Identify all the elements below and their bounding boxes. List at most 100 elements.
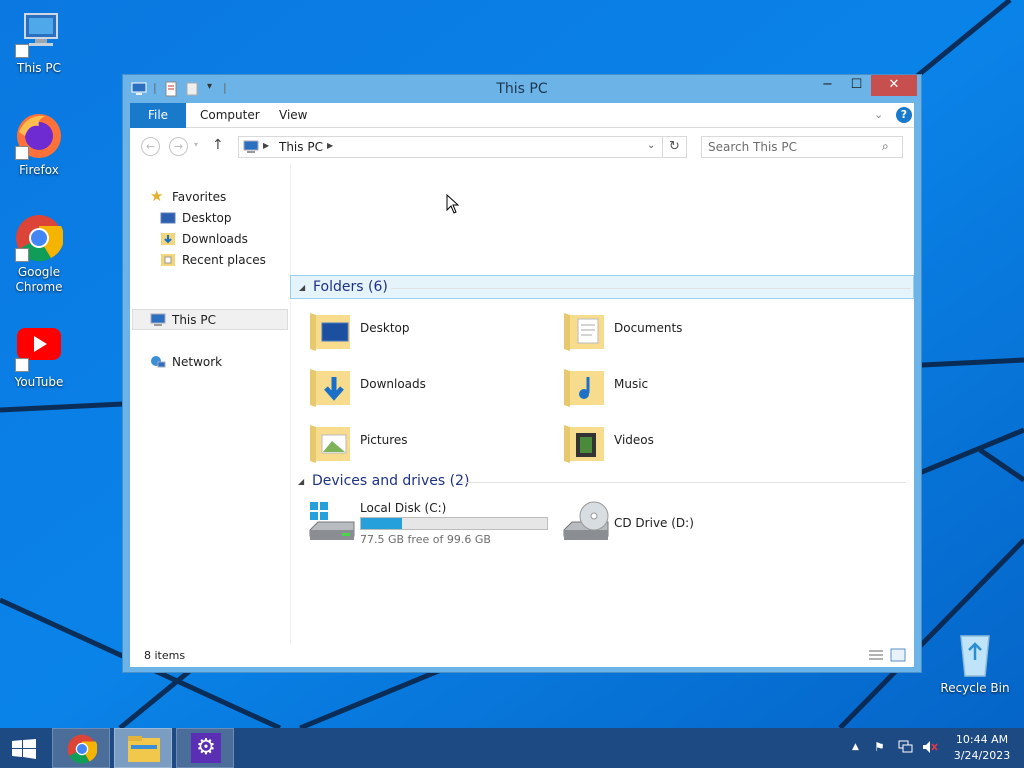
downloads-folder-icon (308, 361, 356, 409)
desktop-icon-recycle-bin[interactable]: Recycle Bin (936, 630, 1014, 696)
desktop-icon-label: Recycle Bin (940, 681, 1010, 695)
recycle-bin-icon (951, 630, 999, 678)
tab-file[interactable]: File (130, 103, 186, 128)
file-explorer-window: | ▾ | This PC − ☐ ✕ File Computer View ⌄… (122, 74, 922, 673)
maximize-button[interactable]: ☐ (842, 75, 871, 96)
desktop-folder-icon (308, 305, 356, 353)
refresh-button[interactable]: ↻ (663, 136, 687, 158)
group-divider (391, 288, 911, 289)
star-icon: ★ (150, 187, 164, 205)
taskbar-settings-button[interactable]: ⚙ (176, 728, 234, 768)
pane-divider (290, 164, 291, 644)
pictures-folder-icon (308, 417, 356, 465)
documents-folder-icon (562, 305, 610, 353)
group-divider (460, 482, 906, 483)
taskbar: ⚙ ▲ ⚑ 10:44 AM 3/24/2023 (0, 728, 1024, 768)
address-bar[interactable]: ▶ This PC ▶ ⌄ (238, 136, 663, 158)
desktop-icon-label: Google Chrome (15, 265, 63, 294)
collapse-triangle-icon: ◢ (299, 283, 306, 292)
search-input[interactable] (708, 139, 878, 155)
tab-computer[interactable]: Computer (186, 103, 274, 128)
network-icon (150, 355, 166, 369)
tab-view[interactable]: View (265, 103, 321, 128)
large-icons-view-icon[interactable] (890, 648, 906, 665)
help-icon[interactable]: ? (896, 107, 912, 123)
folder-music[interactable]: Music (562, 361, 802, 411)
folder-downloads[interactable]: Downloads (308, 361, 548, 411)
status-bar: 8 items (130, 644, 914, 667)
shortcut-arrow-icon (15, 146, 29, 160)
up-button[interactable]: ↑ (212, 137, 224, 153)
start-button[interactable] (0, 728, 48, 768)
close-button[interactable]: ✕ (871, 75, 917, 96)
minimize-button[interactable]: − (813, 75, 842, 96)
desktop-icon-label: This PC (17, 61, 61, 75)
group-header-devices[interactable]: ◢ Devices and drives (2) (290, 470, 914, 494)
desktop-icon-this-pc[interactable]: This PC (0, 10, 78, 76)
action-center-flag-icon[interactable]: ⚑ (874, 740, 885, 754)
drive-local-disk-c[interactable]: Local Disk (C:) 77.5 GB free of 99.6 GB (308, 500, 553, 550)
videos-folder-icon (562, 417, 610, 465)
desktop-icon-google-chrome[interactable]: Google Chrome (0, 214, 78, 295)
firefox-icon (15, 112, 63, 160)
volume-muted-icon[interactable] (922, 740, 938, 757)
chrome-icon (15, 214, 64, 262)
desktop-icon (160, 211, 176, 225)
computer-icon (15, 10, 63, 58)
downloads-icon (160, 232, 176, 246)
window-title: This PC (496, 81, 548, 97)
breadcrumb-chevron-icon[interactable]: ▶ (327, 141, 333, 150)
content-pane: ◢ Folders (6) Desktop Documents Download… (290, 164, 914, 644)
desktop-icon-label: YouTube (14, 375, 64, 389)
taskbar-clock[interactable]: 10:44 AM 3/24/2023 (946, 732, 1018, 764)
breadcrumb-this-pc[interactable]: This PC (279, 140, 323, 154)
desktop-icon-label: Firefox (19, 163, 59, 177)
details-view-icon[interactable] (868, 648, 884, 665)
hard-drive-icon (308, 500, 356, 546)
drive-cd-d[interactable]: CD Drive (D:) (562, 500, 762, 550)
group-header-folders[interactable]: ◢ Folders (6) (290, 275, 914, 299)
file-explorer-icon (128, 736, 160, 762)
window-client-area: File Computer View ⌄ ? ← → ▾ ↑ ▶ This PC… (130, 103, 914, 667)
windows-logo-icon (12, 739, 36, 759)
recent-locations-chevron-icon[interactable]: ▾ (194, 140, 198, 149)
ribbon-expand-chevron-icon[interactable]: ⌄ (874, 108, 883, 121)
address-dropdown-chevron-icon[interactable]: ⌄ (647, 140, 655, 151)
status-item-count: 8 items (144, 649, 186, 662)
youtube-icon (15, 324, 63, 372)
search-box[interactable]: ⌕ (701, 136, 903, 158)
folder-videos[interactable]: Videos (562, 417, 802, 467)
network-tray-icon[interactable] (898, 740, 914, 757)
folder-desktop[interactable]: Desktop (308, 305, 548, 355)
clock-date: 3/24/2023 (953, 749, 1011, 762)
desktop-icon-firefox[interactable]: Firefox (0, 112, 78, 178)
recent-places-icon (160, 253, 176, 267)
shortcut-arrow-icon (15, 358, 29, 372)
forward-button[interactable]: → (169, 137, 188, 156)
gear-icon: ⚙ (191, 733, 221, 763)
folder-pictures[interactable]: Pictures (308, 417, 548, 467)
desktop-icon-youtube[interactable]: YouTube (0, 324, 78, 390)
music-folder-icon (562, 361, 610, 409)
back-button[interactable]: ← (141, 137, 160, 156)
taskbar-file-explorer-button[interactable] (114, 728, 172, 768)
drive-usage-fill (361, 518, 403, 529)
chrome-icon (67, 734, 97, 764)
title-bar[interactable]: | ▾ | This PC − ☐ ✕ (123, 75, 921, 103)
this-pc-icon (243, 140, 259, 157)
navigation-bar: ← → ▾ ↑ ▶ This PC ▶ ⌄ ↻ ⌕ (130, 128, 914, 164)
mouse-cursor-icon (446, 194, 460, 214)
this-pc-icon (150, 313, 166, 327)
search-icon[interactable]: ⌕ (882, 139, 889, 154)
collapse-triangle-icon: ◢ (298, 477, 305, 486)
clock-time: 10:44 AM (955, 733, 1009, 746)
ribbon-tab-bar: File Computer View ⌄ ? (130, 103, 914, 128)
breadcrumb-chevron-icon[interactable]: ▶ (263, 141, 269, 150)
taskbar-chrome-button[interactable] (52, 728, 110, 768)
show-hidden-icons-chevron-icon[interactable]: ▲ (852, 742, 859, 752)
navigation-pane: ★ Favorites Desktop Downloads Recent pla… (130, 164, 290, 644)
shortcut-arrow-icon (15, 44, 29, 58)
folder-documents[interactable]: Documents (562, 305, 802, 355)
shortcut-arrow-icon (15, 248, 29, 262)
cd-drive-icon (562, 500, 610, 546)
